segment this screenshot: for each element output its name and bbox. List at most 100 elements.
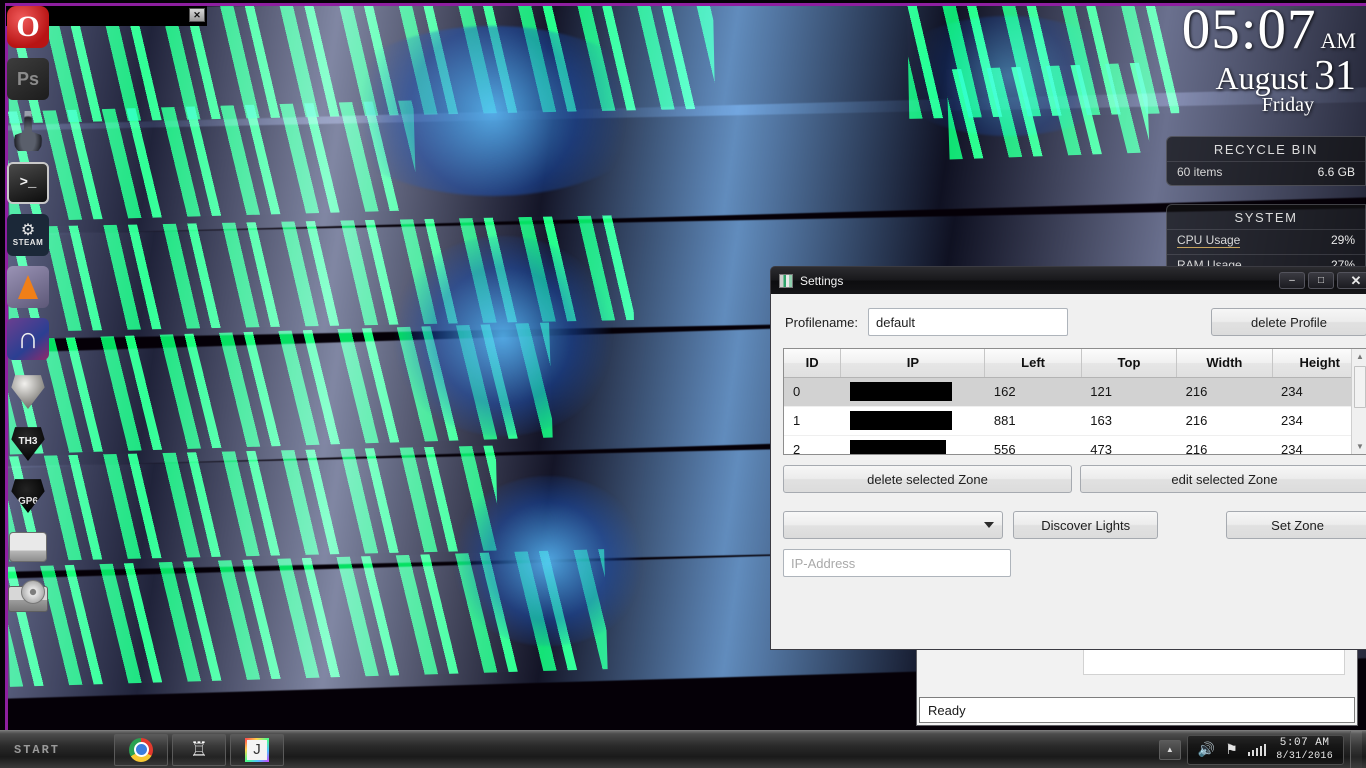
settings-body: Profilename: default delete Profile ID I…	[770, 294, 1366, 650]
redacted-ip	[850, 440, 946, 455]
clock-day: 31	[1314, 53, 1356, 99]
maximize-icon[interactable]: □	[1308, 272, 1334, 289]
photoshop-icon[interactable]	[7, 58, 49, 100]
redacted-ip	[850, 411, 952, 430]
clock-gadget: 05:07AM August31 Friday	[1126, 4, 1356, 123]
guitar-pick-silver-icon[interactable]	[7, 370, 49, 412]
cell-top: 473	[1081, 435, 1176, 455]
close-icon[interactable]: ✕	[189, 8, 205, 22]
cd-drive-icon[interactable]	[7, 578, 49, 620]
clock-date-row: August31	[1126, 52, 1356, 100]
cell-left: 162	[985, 377, 1081, 406]
tray-clock[interactable]: 5:07 AM 8/31/2016	[1276, 737, 1333, 763]
network-icon[interactable]	[1248, 744, 1267, 756]
cell-ip	[841, 406, 985, 435]
cell-left: 556	[985, 435, 1081, 455]
delete-profile-button[interactable]: delete Profile	[1211, 308, 1366, 336]
steam-label: STEAM	[13, 238, 44, 247]
chrome-icon	[129, 738, 153, 762]
steam-logo-glyph: ⚙	[21, 224, 35, 238]
java-app-icon: J	[245, 738, 269, 762]
scrollbar-thumb[interactable]	[1354, 366, 1366, 408]
delete-selected-zone-button[interactable]: delete selected Zone	[783, 465, 1072, 493]
guitar-icon[interactable]	[7, 110, 49, 152]
steam-icon[interactable]: ⚙ STEAM	[7, 214, 49, 256]
taskbar-item-chrome[interactable]	[114, 734, 168, 766]
table-row[interactable]: 1 881 163 216 234	[784, 406, 1366, 435]
cell-id: 0	[784, 377, 841, 406]
th3-icon[interactable]	[7, 422, 49, 464]
clock-weekday-row: Friday	[1126, 100, 1356, 123]
window-controls: – □ ✕	[1279, 272, 1366, 289]
settings-app-icon	[779, 274, 793, 288]
discover-lights-button[interactable]: Discover Lights	[1013, 511, 1158, 539]
cpu-usage-value: 29%	[1331, 233, 1355, 248]
column-header-width[interactable]: Width	[1177, 349, 1272, 377]
profilename-input[interactable]: default	[868, 308, 1068, 336]
table-scrollbar[interactable]: ▲ ▼	[1351, 349, 1366, 454]
column-header-left[interactable]: Left	[985, 349, 1081, 377]
audio-visualizer-icon[interactable]	[7, 318, 49, 360]
cpu-usage-label: CPU Usage	[1177, 233, 1240, 248]
chevron-down-icon	[984, 522, 994, 528]
column-header-ip[interactable]: IP	[841, 349, 985, 377]
zones-table[interactable]: ID IP Left Top Width Height 0 162	[784, 349, 1366, 455]
clock-ampm: AM	[1321, 28, 1356, 53]
recycle-bin-gadget[interactable]: RECYCLE BIN 60 items 6.6 GB	[1166, 136, 1366, 186]
lights-dropdown[interactable]	[783, 511, 1003, 539]
vlc-icon[interactable]	[7, 266, 49, 308]
minimize-icon[interactable]: –	[1279, 272, 1305, 289]
cell-width: 216	[1177, 406, 1272, 435]
terminal-icon[interactable]	[7, 162, 49, 204]
flag-icon[interactable]: ⚑	[1225, 741, 1238, 758]
edit-selected-zone-button[interactable]: edit selected Zone	[1080, 465, 1366, 493]
cell-top: 163	[1081, 406, 1176, 435]
taskbar-item-java-app[interactable]: J	[230, 734, 284, 766]
settings-titlebar[interactable]: Settings – □ ✕	[770, 266, 1366, 294]
ip-row: IP-Address	[771, 539, 1366, 577]
ip-address-input[interactable]: IP-Address	[783, 549, 1011, 577]
table-row[interactable]: 0 162 121 216 234	[784, 377, 1366, 406]
cell-ip	[841, 377, 985, 406]
system-cpu-row: CPU Usage 29%	[1167, 229, 1365, 254]
profile-row: Profilename: default delete Profile	[771, 294, 1366, 348]
opera-icon[interactable]	[7, 6, 49, 48]
hard-drive-icon[interactable]	[7, 526, 49, 568]
settings-window[interactable]: Settings – □ ✕ Profilename: default dele…	[770, 266, 1366, 650]
cell-ip	[841, 435, 985, 455]
clock-time-row: 05:07AM	[1126, 4, 1356, 56]
clock-month: August	[1216, 60, 1308, 96]
scroll-up-icon[interactable]: ▲	[1352, 349, 1366, 364]
show-desktop-button[interactable]	[1350, 731, 1362, 768]
system-tray[interactable]: ▲ 🔊 ⚑ 5:07 AM 8/31/2016	[1159, 731, 1366, 768]
cell-id: 1	[784, 406, 841, 435]
gp6-icon[interactable]	[7, 474, 49, 516]
recycle-bin-count: 60 items	[1177, 165, 1222, 179]
settings-window-title: Settings	[800, 274, 843, 288]
volume-icon[interactable]: 🔊	[1198, 741, 1215, 758]
tray-expand-icon[interactable]: ▲	[1159, 740, 1181, 760]
system-title: SYSTEM	[1167, 205, 1365, 229]
start-button[interactable]: START	[0, 731, 110, 768]
desktop-dock[interactable]: ⚙ STEAM	[0, 0, 56, 730]
tray-date: 8/31/2016	[1276, 750, 1333, 763]
tray-box[interactable]: 🔊 ⚑ 5:07 AM 8/31/2016	[1187, 735, 1344, 765]
scroll-down-icon[interactable]: ▼	[1352, 439, 1366, 454]
table-row[interactable]: 2 556 473 216 234	[784, 435, 1366, 455]
set-zone-button[interactable]: Set Zone	[1226, 511, 1366, 539]
taskbar-item-foobar[interactable]: ♖	[172, 734, 226, 766]
discover-row: Discover Lights Set Zone	[771, 493, 1366, 539]
tray-time: 5:07 AM	[1276, 737, 1333, 750]
zones-table-header-row: ID IP Left Top Width Height	[784, 349, 1366, 377]
clock-weekday: Friday	[1262, 94, 1314, 116]
column-header-top[interactable]: Top	[1081, 349, 1176, 377]
redacted-ip	[850, 382, 952, 401]
cell-width: 216	[1177, 435, 1272, 455]
close-icon[interactable]: ✕	[1337, 272, 1366, 289]
profilename-label: Profilename:	[785, 315, 858, 330]
column-header-id[interactable]: ID	[784, 349, 841, 377]
status-bar: Ready	[919, 697, 1355, 723]
taskbar[interactable]: START ♖ J ▲ 🔊 ⚑ 5:07 AM 8/31/2016	[0, 730, 1366, 768]
cell-left: 881	[985, 406, 1081, 435]
recycle-bin-size: 6.6 GB	[1318, 165, 1355, 179]
